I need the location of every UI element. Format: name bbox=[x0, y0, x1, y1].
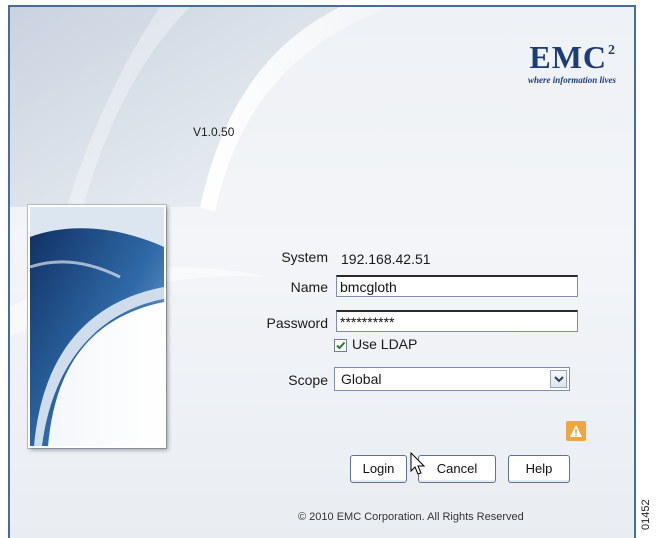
name-label: Name bbox=[290, 279, 328, 295]
logo-wordmark: EMC2 bbox=[529, 39, 616, 75]
password-input[interactable] bbox=[336, 310, 578, 332]
scope-label: Scope bbox=[288, 372, 328, 388]
system-value: 192.168.42.51 bbox=[341, 251, 431, 267]
logo-tagline: where information lives bbox=[527, 75, 616, 85]
decorative-art-panel bbox=[28, 205, 166, 448]
checkmark-icon bbox=[336, 341, 346, 350]
scope-select-value: Global bbox=[341, 371, 382, 387]
copyright-text: © 2010 EMC Corporation. All Rights Reser… bbox=[298, 511, 524, 523]
use-ldap-label: Use LDAP bbox=[352, 336, 418, 352]
system-label: System bbox=[281, 249, 328, 265]
help-button[interactable]: Help bbox=[508, 455, 570, 483]
cancel-button[interactable]: Cancel bbox=[418, 455, 496, 483]
name-input[interactable] bbox=[336, 275, 578, 297]
version-label: V1.0.50 bbox=[193, 125, 235, 139]
password-label: Password bbox=[266, 315, 328, 331]
figure-id: 01452 bbox=[640, 499, 652, 530]
chevron-down-icon[interactable] bbox=[550, 370, 567, 388]
emc-logo: EMC2 where information lives bbox=[528, 35, 616, 85]
scope-select[interactable]: Global bbox=[334, 367, 570, 391]
warning-icon[interactable] bbox=[566, 421, 586, 441]
use-ldap-checkbox[interactable] bbox=[334, 339, 347, 352]
login-button[interactable]: Login bbox=[350, 455, 407, 483]
mouse-cursor-icon bbox=[410, 452, 426, 475]
swoosh-art-graphic bbox=[30, 207, 164, 446]
